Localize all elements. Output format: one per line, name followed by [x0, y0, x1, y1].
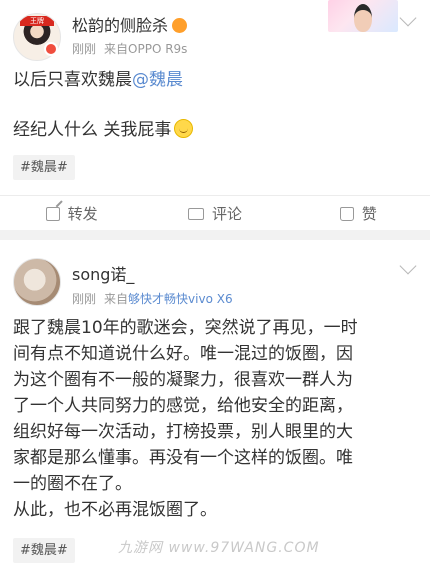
mention-link[interactable]: @魏晨	[132, 70, 183, 90]
username[interactable]: 松韵的侧脸杀	[72, 12, 188, 36]
chevron-down-icon[interactable]	[399, 9, 417, 27]
content-text: 以后只喜欢魏晨	[13, 70, 132, 90]
username-text[interactable]: song诺_	[72, 265, 134, 284]
post-meta: 刚刚 来自够快才畅快vivo X6	[72, 290, 233, 307]
post-source[interactable]: 够快才畅快vivo X6	[128, 292, 233, 306]
post-meta: 刚刚 来自OPPO R9s	[72, 40, 187, 57]
topic-tag[interactable]: #魏晨#	[13, 155, 75, 180]
watermark: 九游网 www.97WANG.COM	[118, 540, 320, 556]
source-prefix: 来自	[104, 42, 129, 56]
avatar-badge: 王牌	[20, 16, 54, 26]
comment-label: 评论	[211, 205, 242, 223]
post-time: 刚刚	[72, 42, 97, 56]
content-line: 一的圈不在了。	[13, 474, 132, 494]
banner-person-icon	[354, 4, 372, 32]
source-prefix: 来自	[104, 292, 129, 306]
topic-tag[interactable]: #魏晨#	[13, 538, 75, 563]
post-content: 以后只喜欢魏晨@魏晨 经纪人什么 关我屁事	[13, 67, 417, 144]
content-line: 了一个人共同努力的感觉，给他安全的距离，	[13, 396, 353, 416]
comment-icon	[187, 207, 204, 220]
user-avatar[interactable]	[13, 258, 61, 306]
content-text: 经纪人什么 关我屁事	[13, 120, 172, 140]
feed-divider	[0, 230, 430, 240]
repost-icon	[45, 206, 60, 221]
like-button[interactable]: 赞	[287, 196, 430, 231]
username[interactable]: song诺_	[72, 261, 134, 285]
username-text[interactable]: 松韵的侧脸杀	[72, 16, 168, 35]
verified-badge-icon	[44, 42, 58, 56]
content-line: 间有点不知道说什么好。唯一混过的饭圈，因	[13, 344, 353, 364]
content-line: 为这个圈有不一般的凝聚力，很喜欢一群人为	[13, 370, 353, 390]
like-icon	[339, 206, 354, 221]
action-bar: 转发 评论 赞	[0, 195, 430, 231]
like-label: 赞	[361, 205, 377, 223]
content-line: 组织好每一次活动，打榜投票，别人眼里的大	[13, 422, 353, 442]
repost-button[interactable]: 转发	[0, 196, 143, 231]
content-line: 从此，也不必再混饭圈了。	[13, 500, 217, 520]
post-time: 刚刚	[72, 292, 97, 306]
post-source: OPPO R9s	[128, 42, 188, 56]
member-emoji-icon	[172, 18, 188, 33]
smile-emoji-icon	[174, 119, 194, 138]
repost-label: 转发	[67, 205, 98, 223]
header-banner-image	[328, 0, 398, 32]
comment-button[interactable]: 评论	[143, 196, 286, 231]
content-line: 家都是那么懂事。再没有一个这样的饭圈。唯	[13, 448, 353, 468]
content-line: 跟了魏晨10年的歌迷会，突然说了再见，一时	[13, 318, 358, 338]
post-content: 跟了魏晨10年的歌迷会，突然说了再见，一时 间有点不知道说什么好。唯一混过的饭圈…	[13, 315, 417, 523]
weibo-post-1: 王牌 松韵的侧脸杀 刚刚 来自OPPO R9s 以后只喜欢魏晨@魏晨 经纪人什么 …	[0, 0, 430, 230]
